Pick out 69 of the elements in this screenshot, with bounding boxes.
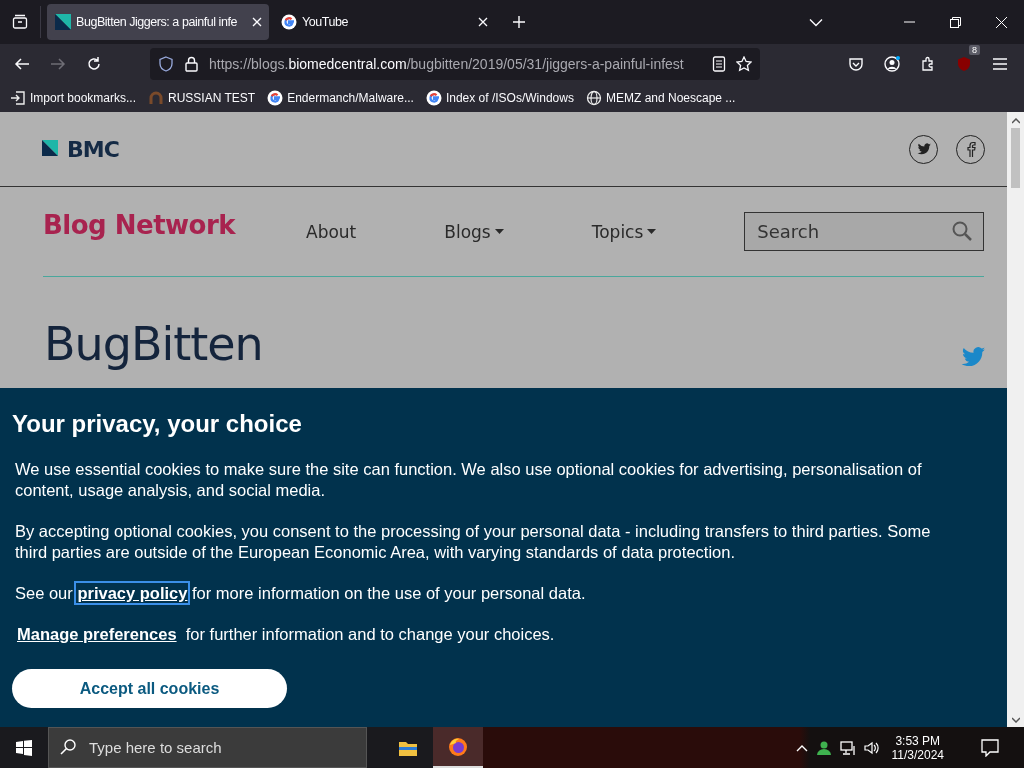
browser-tab[interactable]: YouTube [273,4,495,40]
reader-view-button[interactable] [712,56,726,72]
start-icon [16,739,32,756]
close-icon [251,16,263,28]
bookmark-item[interactable]: RUSSIAN TEST [148,90,256,106]
scrollbar-thumb[interactable] [1011,128,1020,188]
logo-icon [42,139,61,159]
address-bar[interactable]: https://blogs.biomedcentral.com/bugbitten/2019/05/31/jiggers-a-painful-infest [150,48,760,80]
tab-list-icon [12,14,28,30]
extensions-icon [920,56,936,72]
scrollbar[interactable] [1007,112,1024,727]
search-icon [60,739,76,755]
nav-link[interactable]: Blogs [444,221,504,242]
g-logo-icon [281,14,297,30]
document-icon [712,56,726,72]
new-tab-icon [512,15,526,29]
bookmark-star-button[interactable] [736,56,752,72]
count-badge: 8 [969,45,980,55]
back-icon [14,56,30,72]
accept-cookies-button[interactable]: Accept all cookies [12,669,287,708]
star-icon [736,56,752,72]
search-icon [952,221,972,241]
shield-icon [158,56,174,72]
firefox-icon [448,736,468,757]
lock-icon [184,56,199,72]
search-field[interactable]: Search [744,212,984,251]
reload-icon [86,56,102,72]
bird-icon [915,141,932,157]
logo-text: BMC [67,136,119,162]
close-tab-button[interactable] [477,16,489,28]
g-logo-icon [425,90,442,106]
volume-icon [863,739,880,756]
banner-paragraph: We use essential cookies to make sure the site can function. We also use optional cookies for advertising, personalisation of content, usage analysis, and social media. [15,459,923,501]
close-tab-button[interactable] [251,16,263,28]
nav-link[interactable]: About [306,221,357,242]
pocket-icon [848,56,864,72]
globe-icon [585,90,602,106]
browser-tab[interactable]: BugBitten Jiggers: a painful infe [47,4,269,40]
nav-link[interactable]: Topics [591,221,657,242]
restore-icon [949,16,961,28]
banner-paragraph: See our privacy policy for more information on the use of your personal data. [15,583,967,604]
banner-paragraph: By accepting optional cookies, you consent to the processing of your personal data - including transfers to third parties. Some third parties are outside of the European Economic Area, with varying standards of data protection. [15,521,932,563]
account-icon [884,56,900,72]
bookmark-item[interactable]: Endermanch/Malware... [267,90,414,106]
people-icon [815,739,832,756]
banner-paragraph: Manage preferences for further information and to change your choices. [17,624,556,645]
import-icon [10,90,26,106]
clock[interactable]: 3:53 PM 11/3/2024 [887,733,948,762]
bookmark-item[interactable]: Index of /ISOs/Windows [425,90,574,106]
close-icon [477,16,489,28]
privacy-policy-link[interactable]: privacy policy [77,584,188,602]
close-window-icon [995,16,1007,28]
taskbar-app[interactable] [433,727,483,768]
bookmark-item[interactable]: MEMZ and Noescape ... [585,90,736,106]
taskbar-search-field[interactable]: Type here to search [48,727,367,768]
notifications-icon [981,738,999,757]
forward-icon [50,56,66,72]
network-icon [839,739,856,756]
banner-title: Your privacy, your choice [12,410,303,438]
url-text: https://blogs.biomedcentral.com/bugbitten/2019/05/31/jiggers-a-painful-infest [209,56,685,72]
blog-title: BugBitten [44,317,263,371]
menu-icon [992,56,1008,72]
manage-preferences-link[interactable]: Manage preferences [17,625,177,643]
ublock-button[interactable]: 8 [946,48,982,80]
g-logo-icon [267,90,284,106]
logo-icon [55,14,71,30]
horseshoe-icon [148,90,165,106]
bookmark-item[interactable]: Import bookmarks... [10,90,137,106]
tab-overflow-icon [809,17,823,27]
